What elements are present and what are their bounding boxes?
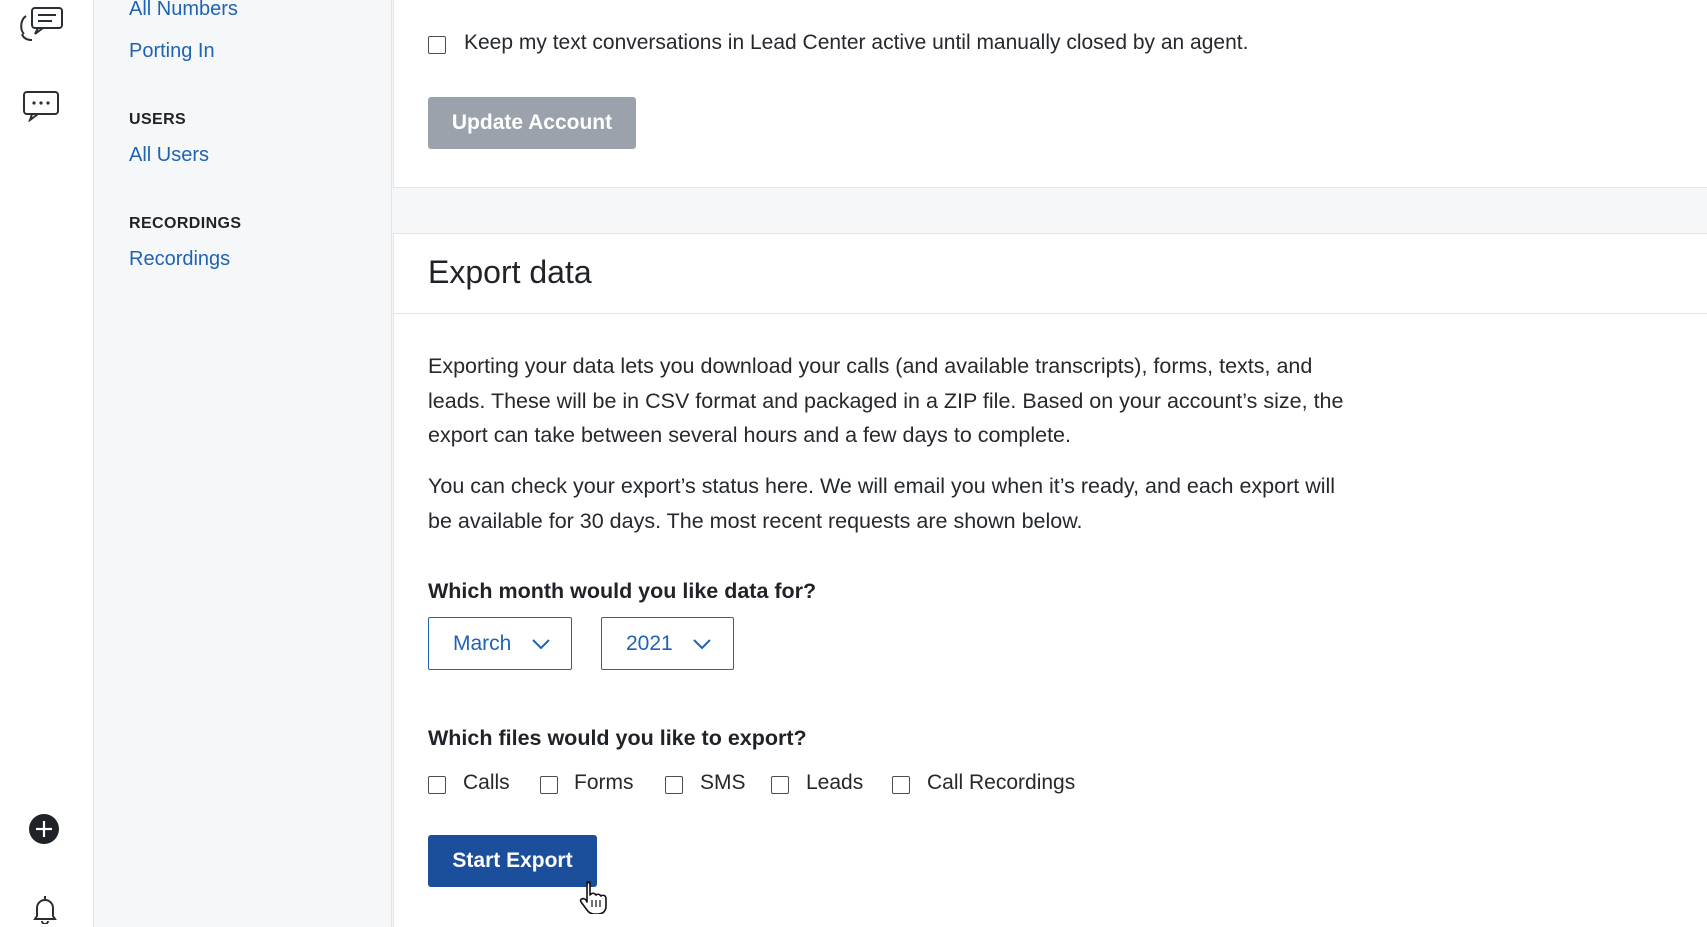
files-question-label: Which files would you like to export? bbox=[428, 726, 807, 750]
sms-checkbox[interactable] bbox=[665, 776, 683, 794]
year-select[interactable]: 2021 bbox=[601, 617, 734, 670]
year-select-value: 2021 bbox=[626, 631, 673, 655]
nav-link-porting-in[interactable]: Porting In bbox=[129, 40, 215, 63]
forms-checkbox[interactable] bbox=[540, 776, 558, 794]
bell-icon[interactable] bbox=[32, 894, 58, 924]
export-description: Exporting your data lets you download yo… bbox=[428, 354, 1344, 447]
export-data-title: Export data bbox=[428, 254, 592, 290]
hand-pointer-cursor-icon bbox=[579, 881, 607, 914]
export-status-note: You can check your export’s status here.… bbox=[428, 474, 1336, 533]
calls-checkbox[interactable] bbox=[428, 776, 446, 794]
leads-label: Leads bbox=[806, 771, 864, 794]
keep-conversations-active-checkbox[interactable] bbox=[428, 36, 446, 54]
calls-label: Calls bbox=[463, 771, 510, 794]
call-recordings-label: Call Recordings bbox=[927, 771, 1076, 794]
chevron-down-icon bbox=[532, 639, 550, 650]
account-settings-card: Keep my text conversations in Lead Cente… bbox=[393, 0, 1707, 188]
keep-conversations-active-label: Keep my text conversations in Lead Cente… bbox=[464, 31, 1249, 54]
start-export-button[interactable]: Start Export bbox=[428, 835, 597, 887]
month-question-label: Which month would you like data for? bbox=[428, 579, 817, 603]
update-account-button[interactable]: Update Account bbox=[428, 97, 636, 149]
nav-heading-users: USERS bbox=[129, 111, 187, 128]
chevron-down-icon bbox=[693, 639, 711, 650]
month-select[interactable]: March bbox=[428, 617, 572, 670]
message-dots-icon[interactable] bbox=[22, 90, 62, 122]
forms-label: Forms bbox=[574, 771, 634, 794]
headset-chat-icon[interactable] bbox=[18, 4, 66, 44]
settings-sidebar: All Numbers Porting In USERS All Users R… bbox=[95, 0, 392, 927]
nav-link-recordings[interactable]: Recordings bbox=[129, 248, 230, 271]
nav-link-all-numbers[interactable]: All Numbers bbox=[129, 0, 238, 21]
call-recordings-checkbox[interactable] bbox=[892, 776, 910, 794]
section-divider bbox=[394, 313, 1707, 314]
export-data-card: Export data Exporting your data lets you… bbox=[393, 233, 1707, 927]
plus-circle-icon[interactable] bbox=[28, 813, 60, 845]
sms-label: SMS bbox=[700, 771, 746, 794]
leads-checkbox[interactable] bbox=[771, 776, 789, 794]
nav-heading-recordings: RECORDINGS bbox=[129, 215, 242, 232]
month-select-value: March bbox=[453, 631, 512, 655]
nav-link-all-users[interactable]: All Users bbox=[129, 144, 209, 167]
icon-rail bbox=[0, 0, 94, 927]
